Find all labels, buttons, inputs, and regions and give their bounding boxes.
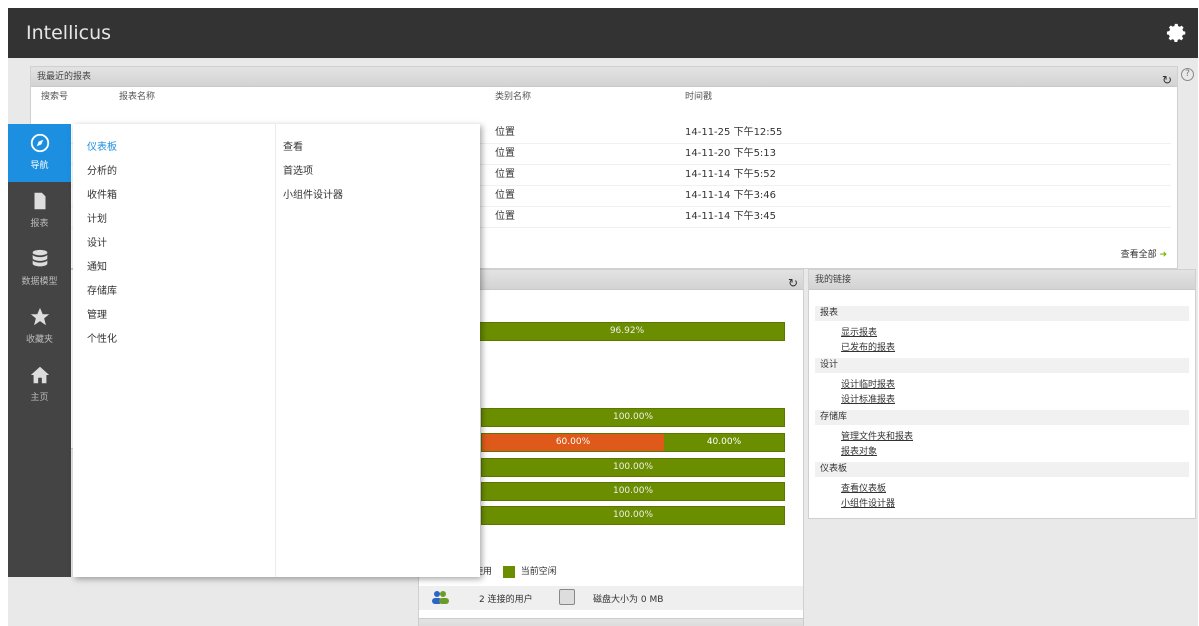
menu-item-notification[interactable]: 通知 xyxy=(87,258,107,273)
side-nav-data-model[interactable]: 数据模型 xyxy=(8,240,71,298)
bar-label: 100.00% xyxy=(612,462,654,472)
column-header[interactable]: 搜索号 xyxy=(41,89,68,102)
bar-label: 100.00% xyxy=(612,486,654,496)
side-nav-home[interactable]: 主页 xyxy=(8,356,71,414)
disk-icon xyxy=(559,589,575,605)
database-icon xyxy=(32,249,47,267)
row-timestamp: 14-11-14 下午3:45 xyxy=(685,211,777,222)
menu-item-inbox[interactable]: 收件箱 xyxy=(87,186,117,201)
links-section-title: 存储库 xyxy=(815,410,1189,425)
menu-item-dashboard[interactable]: 仪表板 xyxy=(87,138,117,153)
column-header[interactable]: 报表名称 xyxy=(119,89,155,102)
usage-bar: 100.00% xyxy=(481,506,785,525)
row-category: 位置 xyxy=(495,211,515,222)
row-category: 位置 xyxy=(495,169,515,180)
row-timestamp: 14-11-14 下午5:52 xyxy=(685,169,777,180)
row-category: 位置 xyxy=(495,148,515,159)
menu-item-design[interactable]: 设计 xyxy=(87,234,107,249)
connection-stats: 2 连接的用户 磁盘大小为 0 MB xyxy=(419,586,803,610)
connected-users: 2 连接的用户 xyxy=(479,595,533,605)
link[interactable]: 设计标准报表 xyxy=(841,392,895,405)
side-nav-label: 导航 xyxy=(30,161,49,171)
see-all-link[interactable]: 查看全部 ➜ xyxy=(1121,247,1167,260)
menu-item-personalization[interactable]: 个性化 xyxy=(87,330,117,345)
legend-swatch xyxy=(502,565,515,578)
refresh-icon[interactable]: ↻ xyxy=(788,273,798,293)
link[interactable]: 已发布的报表 xyxy=(841,340,895,353)
usage-bar-split: 60.00% 40.00% xyxy=(481,433,785,452)
row-category: 位置 xyxy=(495,190,515,201)
menu-item-widget-designer[interactable]: 小组件设计器 xyxy=(283,186,343,201)
help-icon[interactable]: ? xyxy=(1181,68,1194,81)
side-nav-label: 报表 xyxy=(30,219,49,229)
menu-item-view[interactable]: 查看 xyxy=(283,138,303,153)
side-nav-label: 主页 xyxy=(30,393,49,403)
usage-bar: 100.00% xyxy=(481,408,785,427)
bar-label: 100.00% xyxy=(612,510,654,520)
row-timestamp: 14-11-25 下午12:55 xyxy=(685,127,783,138)
menu-item-schedule[interactable]: 计划 xyxy=(87,210,107,225)
menu-item-administration[interactable]: 管理 xyxy=(87,306,107,321)
usage-bar: 96.92% xyxy=(469,322,785,341)
refresh-icon[interactable]: ↻ xyxy=(1162,70,1172,90)
my-links-panel: 我的链接 报表 显示报表 已发布的报表 设计 设计临时报表 设计标准报表 存储库… xyxy=(808,269,1196,519)
menu-item-repository[interactable]: 存储库 xyxy=(87,282,117,297)
top-bar: Intellicus xyxy=(8,8,1198,58)
app-title: Intellicus xyxy=(26,22,112,44)
side-nav-navigation[interactable]: 导航 xyxy=(8,124,71,182)
legend-free: 当前空闲 xyxy=(520,567,557,577)
bar-label: 96.92% xyxy=(609,326,645,336)
link[interactable]: 查看仪表板 xyxy=(841,481,886,494)
menu-item-analytical[interactable]: 分析的 xyxy=(87,162,117,177)
panel-title: 我的链接 xyxy=(815,275,852,285)
links-section-title: 报表 xyxy=(815,306,1189,321)
link[interactable]: 管理文件夹和报表 xyxy=(841,429,913,442)
star-icon xyxy=(30,307,49,326)
side-nav: 导航 报表 数据模型 收藏夹 主页 xyxy=(8,124,71,577)
users-icon xyxy=(432,591,449,604)
column-header[interactable]: 类别名称 xyxy=(495,89,531,102)
bar-used-segment: 60.00% xyxy=(482,434,664,451)
side-nav-reports[interactable]: 报表 xyxy=(8,182,71,240)
gear-icon[interactable] xyxy=(1166,22,1188,44)
document-icon xyxy=(34,192,45,210)
row-timestamp: 14-11-20 下午5:13 xyxy=(685,148,777,159)
navigation-menu: 仪表板 分析的 收件箱 计划 设计 通知 存储库 管理 个性化 查看 首选项 小… xyxy=(73,124,480,577)
disk-size: 磁盘大小为 0 MB xyxy=(593,595,664,605)
arrow-right-icon: ➜ xyxy=(1159,250,1167,260)
bar-free-segment: 40.00% xyxy=(664,434,784,451)
row-timestamp: 14-11-14 下午3:46 xyxy=(685,190,777,201)
side-nav-favorites[interactable]: 收藏夹 xyxy=(8,298,71,356)
side-nav-label: 收藏夹 xyxy=(25,335,53,345)
bottom-panel-header xyxy=(418,618,804,626)
menu-divider xyxy=(275,124,276,577)
table-header: 搜索号 报表名称 类别名称 时间戳 xyxy=(31,89,1177,106)
link[interactable]: 设计临时报表 xyxy=(841,377,895,390)
see-all-label: 查看全部 xyxy=(1120,250,1157,260)
usage-bar: 100.00% xyxy=(481,482,785,501)
links-section-title: 设计 xyxy=(815,358,1189,373)
usage-bar: 100.00% xyxy=(481,458,785,477)
compass-icon xyxy=(30,133,49,153)
panel-title: 我最近的报表 xyxy=(37,72,92,82)
link[interactable]: 小组件设计器 xyxy=(841,496,895,509)
link[interactable]: 报表对象 xyxy=(841,444,877,457)
column-header[interactable]: 时间戳 xyxy=(685,89,712,102)
links-section-title: 仪表板 xyxy=(815,462,1189,477)
panel-header: 我最近的报表 ↻ xyxy=(31,67,1177,87)
row-category: 位置 xyxy=(495,127,515,138)
bar-label: 100.00% xyxy=(612,412,654,422)
panel-header: 我的链接 xyxy=(809,270,1195,290)
side-nav-label: 数据模型 xyxy=(21,277,58,287)
home-icon xyxy=(30,366,49,384)
menu-item-preferences[interactable]: 首选项 xyxy=(283,162,313,177)
app-window: Intellicus 我最近的报表 ↻ 搜索号 报表名称 类别名称 时间戳 1 … xyxy=(8,8,1198,626)
link[interactable]: 显示报表 xyxy=(841,325,877,338)
